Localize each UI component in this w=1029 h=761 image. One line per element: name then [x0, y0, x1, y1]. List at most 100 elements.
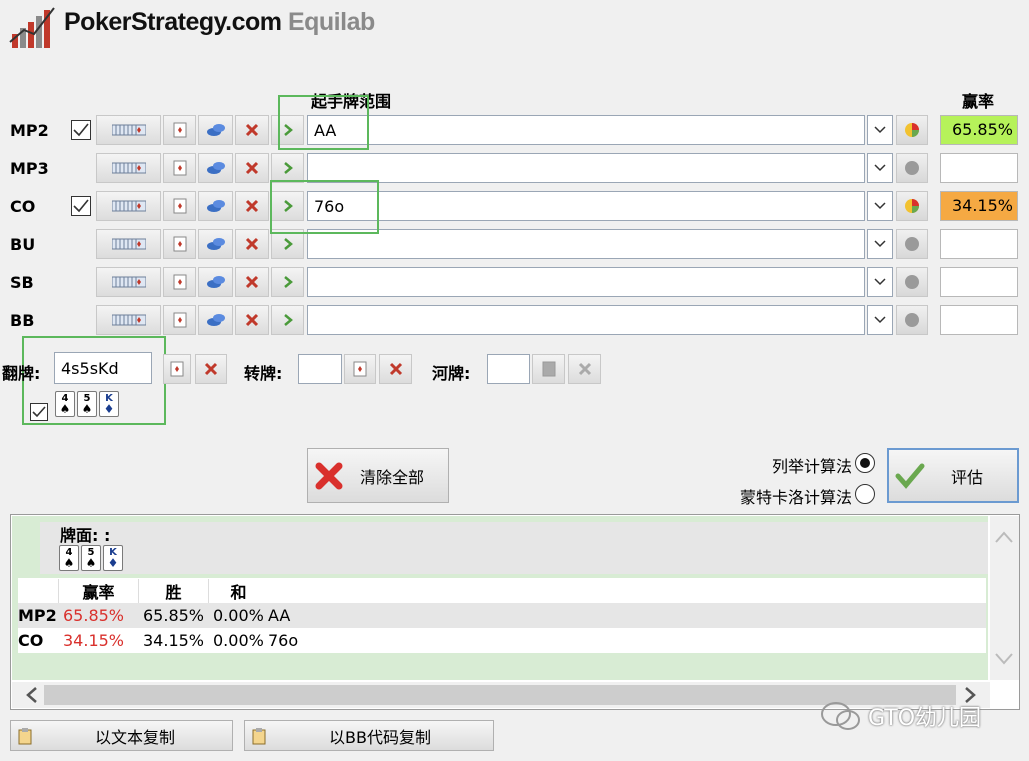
hand-picker-button[interactable] — [163, 115, 196, 145]
range-dropdown[interactable] — [867, 115, 893, 145]
range-input[interactable]: AA — [307, 115, 865, 145]
flop-card-picker-button[interactable] — [163, 354, 191, 384]
highlight-co-range — [270, 180, 379, 234]
range-grid-icon — [111, 314, 146, 326]
hand-picker-button[interactable] — [163, 229, 196, 259]
river-clear-button — [568, 354, 601, 384]
range-stats-button[interactable] — [896, 267, 928, 297]
clear-range-button[interactable] — [235, 191, 269, 221]
range-matrix-button[interactable] — [96, 191, 161, 221]
scroll-arrows-icon — [995, 531, 1013, 665]
turn-input[interactable] — [298, 354, 342, 384]
chevron-down-icon — [874, 278, 886, 286]
range-stats-button[interactable] — [896, 191, 928, 221]
clipboard-icon — [18, 727, 32, 744]
range-stats-button[interactable] — [896, 305, 928, 335]
app-title-main: PokerStrategy.com — [64, 8, 282, 36]
range-matrix-button[interactable] — [96, 229, 161, 259]
river-input[interactable] — [487, 354, 530, 384]
hand-picker-button[interactable] — [163, 305, 196, 335]
hand-picker-button[interactable] — [163, 267, 196, 297]
position-label: MP2 — [10, 121, 49, 140]
enumerate-radio[interactable] — [855, 453, 875, 473]
clear-range-button[interactable] — [235, 115, 269, 145]
flop-label: 翻牌: — [2, 364, 41, 383]
player-checkbox[interactable] — [71, 196, 91, 216]
random-range-button[interactable] — [198, 191, 233, 221]
clear-range-button[interactable] — [235, 229, 269, 259]
close-icon — [389, 362, 402, 376]
range-dropdown[interactable] — [867, 229, 893, 259]
range-matrix-button[interactable] — [96, 115, 161, 145]
range-matrix-button[interactable] — [96, 305, 161, 335]
equity-field: 65.85% — [940, 115, 1018, 145]
flop-checkbox[interactable] — [30, 403, 48, 421]
range-input[interactable] — [307, 305, 865, 335]
player-checkbox[interactable] — [71, 120, 91, 140]
random-range-button[interactable] — [198, 229, 233, 259]
range-stats-button[interactable] — [896, 115, 928, 145]
clear-range-button[interactable] — [235, 153, 269, 183]
chips-icon — [206, 162, 225, 174]
copy-bbcode-label: 以BB代码复制 — [329, 727, 431, 747]
range-input[interactable] — [307, 153, 865, 183]
position-label: SB — [10, 273, 34, 292]
copy-text-button[interactable]: 以文本复制 — [10, 720, 233, 751]
clear-range-button[interactable] — [235, 305, 269, 335]
range-dropdown[interactable] — [867, 305, 893, 335]
range-arrow-button[interactable] — [271, 267, 304, 297]
vertical-scrollbar[interactable] — [990, 516, 1019, 680]
range-matrix-button[interactable] — [96, 267, 161, 297]
range-arrow-button[interactable] — [271, 305, 304, 335]
turn-label: 转牌: — [244, 364, 283, 383]
range-arrow-button[interactable] — [271, 153, 304, 183]
result-hand: 76o — [268, 631, 299, 650]
position-label: BU — [10, 235, 36, 254]
results-col-equity: 赢率 — [58, 578, 138, 603]
random-range-button[interactable] — [198, 115, 233, 145]
result-equity: 65.85% — [63, 606, 125, 625]
range-input[interactable] — [307, 229, 865, 259]
flop-input[interactable]: 4s5sKd — [54, 352, 152, 384]
results-table-row: CO 34.15% 34.15% 0.00% 76o — [18, 628, 986, 653]
copy-bbcode-button[interactable]: 以BB代码复制 — [244, 720, 494, 751]
arrow-right-icon — [283, 276, 293, 288]
card-icon — [173, 122, 186, 138]
range-input[interactable] — [307, 267, 865, 297]
random-range-button[interactable] — [198, 153, 233, 183]
result-equity: 34.15% — [63, 631, 125, 650]
range-stats-button[interactable] — [896, 153, 928, 183]
range-input[interactable]: 76o — [307, 191, 865, 221]
card-icon — [353, 361, 367, 377]
results-col-win: 胜 — [138, 578, 208, 603]
random-range-button[interactable] — [198, 305, 233, 335]
clear-all-button[interactable]: 清除全部 — [307, 448, 449, 503]
range-grid-icon — [111, 238, 146, 250]
pie-chart-icon — [905, 161, 919, 175]
range-grid-icon — [111, 124, 146, 136]
range-matrix-button[interactable] — [96, 153, 161, 183]
flop-clear-button[interactable] — [195, 354, 227, 384]
turn-clear-button[interactable] — [379, 354, 412, 384]
card-suit-icon: ♠ — [81, 402, 93, 416]
range-dropdown[interactable] — [867, 267, 893, 297]
evaluate-button[interactable]: 评估 — [887, 448, 1019, 503]
range-dropdown[interactable] — [867, 153, 893, 183]
checkmark-icon — [895, 463, 925, 489]
turn-card-picker-button[interactable] — [344, 354, 376, 384]
clear-range-button[interactable] — [235, 267, 269, 297]
playing-card: K ♦ — [103, 545, 123, 571]
hand-picker-button[interactable] — [163, 191, 196, 221]
close-icon — [245, 123, 259, 137]
range-grid-icon — [111, 200, 146, 212]
card-suit-icon: ♠ — [59, 402, 71, 416]
range-stats-button[interactable] — [896, 229, 928, 259]
equity-field — [940, 267, 1018, 297]
results-header-area — [40, 522, 988, 574]
hand-picker-button[interactable] — [163, 153, 196, 183]
range-dropdown[interactable] — [867, 191, 893, 221]
random-range-button[interactable] — [198, 267, 233, 297]
result-win: 34.15% — [143, 631, 205, 650]
card-icon — [173, 274, 186, 290]
monte-carlo-radio[interactable] — [855, 484, 875, 504]
